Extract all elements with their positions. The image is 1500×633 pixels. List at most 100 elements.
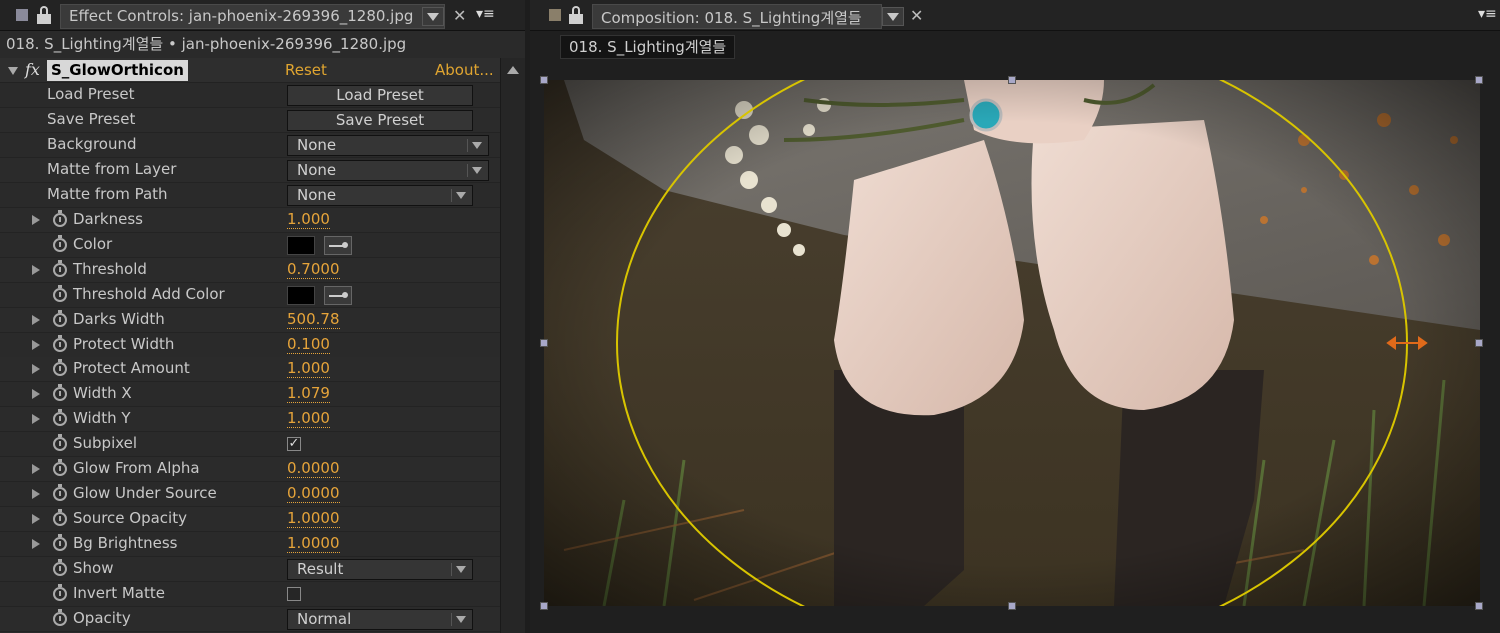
chevron-down-icon: [456, 566, 466, 574]
property-row-opacity: Opacity Normal: [0, 606, 500, 632]
darks-width-value[interactable]: 500.78: [287, 310, 340, 329]
property-row-threshold: Threshold 0.7000: [0, 257, 500, 283]
property-row-matte-from-layer: Matte from Layer None: [0, 157, 500, 183]
panel-grip-icon[interactable]: [549, 9, 561, 21]
stopwatch-icon[interactable]: [53, 234, 67, 252]
dropdown-value: None: [297, 185, 337, 204]
load-preset-button[interactable]: Load Preset: [287, 85, 473, 106]
lock-icon[interactable]: [568, 6, 584, 24]
comp-tab[interactable]: 018. S_Lighting계열들: [560, 35, 736, 59]
vertical-scrollbar[interactable]: [500, 58, 525, 633]
property-label: Width X: [73, 384, 132, 403]
stopwatch-icon[interactable]: [53, 559, 67, 577]
transform-handle[interactable]: [1475, 339, 1483, 347]
twirl-arrow-icon[interactable]: [32, 264, 40, 275]
tab-dropdown-button[interactable]: [422, 7, 444, 26]
stopwatch-icon[interactable]: [53, 459, 67, 477]
tab-dropdown-button[interactable]: [882, 7, 904, 26]
threshold-add-color-swatch[interactable]: [287, 285, 315, 305]
stopwatch-icon[interactable]: [53, 509, 67, 527]
stopwatch-icon[interactable]: [53, 434, 67, 452]
stopwatch-icon[interactable]: [53, 209, 67, 227]
effect-controls-panel: Effect Controls: jan-phoenix-269396_1280…: [0, 0, 525, 633]
bg-brightness-value[interactable]: 1.0000: [287, 534, 340, 554]
stopwatch-icon[interactable]: [53, 409, 67, 427]
width-x-value[interactable]: 1.079: [287, 384, 330, 404]
reset-link[interactable]: Reset: [285, 61, 327, 79]
protect-amount-value[interactable]: 1.000: [287, 359, 330, 379]
twirl-arrow-icon[interactable]: [32, 314, 40, 325]
property-row-background: Background None: [0, 133, 500, 158]
stopwatch-icon[interactable]: [53, 384, 67, 402]
eyedropper-icon[interactable]: [324, 285, 352, 305]
stopwatch-icon[interactable]: [53, 484, 67, 502]
stopwatch-icon[interactable]: [53, 334, 67, 352]
stopwatch-icon[interactable]: [53, 584, 67, 601]
source-opacity-value[interactable]: 1.0000: [287, 509, 340, 529]
panel-menu-icon[interactable]: ▾≡: [1478, 6, 1497, 22]
stopwatch-icon[interactable]: [53, 284, 67, 302]
transform-handle[interactable]: [540, 602, 548, 610]
property-label: Save Preset: [47, 109, 136, 128]
twirl-arrow-icon[interactable]: [32, 389, 40, 400]
stopwatch-icon[interactable]: [53, 259, 67, 277]
matte-from-layer-dropdown[interactable]: None: [287, 159, 489, 181]
transform-handle[interactable]: [1475, 76, 1483, 84]
stopwatch-icon[interactable]: [53, 608, 67, 626]
protect-width-value[interactable]: 0.100: [287, 335, 330, 354]
stopwatch-icon[interactable]: [53, 309, 67, 327]
color-swatch[interactable]: [287, 235, 315, 255]
close-icon[interactable]: ✕: [453, 6, 466, 25]
scroll-up-icon[interactable]: [507, 66, 519, 74]
stopwatch-icon[interactable]: [53, 359, 67, 377]
property-label: Bg Brightness: [73, 534, 178, 553]
subpixel-checkbox[interactable]: ✓: [287, 437, 301, 452]
twirl-arrow-icon[interactable]: [32, 339, 40, 350]
transform-handle[interactable]: [540, 339, 548, 347]
property-row-color: Color: [0, 233, 500, 258]
save-preset-button[interactable]: Save Preset: [287, 109, 473, 131]
twirl-arrow-icon[interactable]: [32, 539, 40, 550]
property-label: Threshold Add Color: [73, 284, 225, 303]
transform-handle[interactable]: [1475, 602, 1483, 610]
property-row-invert-matte: Invert Matte: [0, 582, 500, 607]
tab-composition[interactable]: Composition: 018. S_Lighting계열들: [592, 4, 882, 29]
glow-under-source-value[interactable]: 0.0000: [287, 484, 340, 504]
property-label: Subpixel: [73, 434, 138, 453]
twirl-open-icon[interactable]: [8, 67, 18, 75]
lock-icon[interactable]: [36, 6, 52, 24]
close-icon[interactable]: ✕: [910, 6, 923, 25]
effect-name[interactable]: S_GlowOrthicon: [47, 60, 188, 81]
transform-handle[interactable]: [1008, 76, 1016, 84]
twirl-arrow-icon[interactable]: [32, 514, 40, 525]
property-label: Glow From Alpha: [73, 459, 200, 478]
transform-handle[interactable]: [540, 76, 548, 84]
invert-matte-checkbox[interactable]: [287, 587, 301, 601]
property-label: Threshold: [73, 259, 147, 278]
composition-viewer[interactable]: [544, 80, 1480, 606]
matte-from-path-dropdown[interactable]: None: [287, 184, 473, 206]
twirl-arrow-icon[interactable]: [32, 464, 40, 475]
opacity-dropdown[interactable]: Normal: [287, 608, 473, 630]
twirl-arrow-icon[interactable]: [32, 414, 40, 425]
about-link[interactable]: About...: [435, 61, 494, 79]
composition-tabbar: Composition: 018. S_Lighting계열들 ✕ ▾≡: [530, 0, 1500, 31]
panel-menu-icon[interactable]: ▾≡: [476, 6, 495, 22]
stopwatch-icon[interactable]: [53, 534, 67, 552]
panel-grip-icon[interactable]: [16, 9, 28, 21]
eyedropper-icon[interactable]: [324, 235, 352, 255]
fx-icon[interactable]: fx: [25, 60, 40, 79]
glow-from-alpha-value[interactable]: 0.0000: [287, 459, 340, 479]
darkness-value[interactable]: 1.000: [287, 210, 330, 229]
transform-handle[interactable]: [1008, 602, 1016, 610]
dropdown-value: None: [297, 160, 337, 179]
show-dropdown[interactable]: Result: [287, 559, 473, 581]
twirl-arrow-icon[interactable]: [32, 489, 40, 500]
background-dropdown[interactable]: None: [287, 134, 489, 156]
twirl-arrow-icon[interactable]: [32, 214, 40, 225]
threshold-value[interactable]: 0.7000: [287, 260, 340, 279]
width-y-value[interactable]: 1.000: [287, 409, 330, 429]
property-row-show: Show Result: [0, 557, 500, 583]
tab-effect-controls[interactable]: Effect Controls: jan-phoenix-269396_1280…: [60, 4, 445, 29]
twirl-arrow-icon[interactable]: [32, 364, 40, 375]
